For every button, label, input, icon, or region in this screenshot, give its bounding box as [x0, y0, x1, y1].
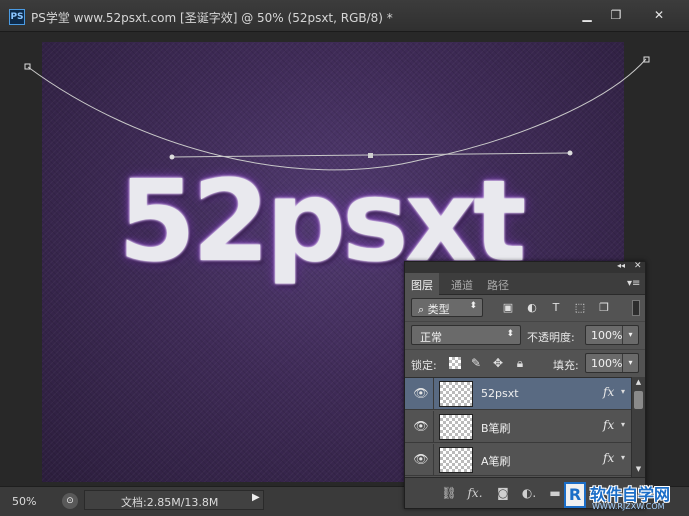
tab-channels[interactable]: 通道 — [445, 273, 479, 295]
fill-value: 100% — [591, 357, 623, 370]
fx-icon[interactable]: fx — [603, 385, 614, 399]
tab-layers[interactable]: 图层 — [405, 273, 439, 295]
divider — [433, 378, 434, 410]
divider — [433, 444, 434, 476]
layer-row[interactable]: 👁︎ 52psxt fx ▾ — [405, 378, 631, 410]
fill-label: 填充: — [553, 359, 579, 372]
blend-mode-value: 正常 — [420, 331, 442, 344]
fx-icon[interactable]: fx — [603, 451, 614, 465]
filter-kind-select[interactable]: ⌕ 类型 ⬍ — [411, 298, 483, 317]
lock-row: 锁定: ✎ ✥ 🔒︎ 填充: 100% ▾ — [405, 349, 645, 377]
layer-thumbnail — [439, 414, 473, 440]
eye-visibility-icon[interactable]: 👁︎ — [413, 452, 429, 466]
blend-row: 正常 ⬍ 不透明度: 100% ▾ — [405, 321, 645, 349]
shape-filter-icon[interactable]: ⬚ — [573, 301, 587, 314]
panel-menu-icon[interactable]: ▾≡ — [627, 278, 640, 289]
lock-transparent-pixels-icon[interactable] — [449, 357, 461, 369]
mask-icon[interactable]: ◙ — [495, 486, 511, 500]
layer-list: 👁︎ 52psxt fx ▾ 👁︎ B笔刷 fx ▾ 👁︎ A笔刷 fx ▾ — [405, 377, 631, 477]
adjustment-filter-icon[interactable]: ◐ — [525, 301, 539, 314]
adjustment-icon[interactable]: ◐. — [521, 486, 537, 500]
dropdown-arrow-icon[interactable]: ▾ — [622, 326, 638, 344]
watermark-logo: R — [564, 482, 586, 508]
search-icon: ⌕ — [418, 303, 425, 316]
expand-effects-icon[interactable]: ▾ — [621, 420, 625, 429]
expand-effects-icon[interactable]: ▾ — [621, 387, 625, 396]
window-title: PS学堂 www.52psxt.com [圣诞字效] @ 50% (52psxt… — [31, 11, 393, 25]
layer-name[interactable]: B笔刷 — [481, 420, 511, 436]
layer-name[interactable]: A笔刷 — [481, 453, 511, 469]
layer-name[interactable]: 52psxt — [481, 387, 519, 400]
opacity-value: 100% — [591, 329, 623, 342]
dropdown-arrow-icon[interactable]: ▾ — [622, 354, 638, 372]
eye-visibility-icon[interactable]: 👁︎ — [413, 419, 429, 433]
watermark: R 软件自学网 WWW.RJZXW.COM — [562, 481, 684, 513]
opacity-input[interactable]: 100% ▾ — [585, 325, 639, 345]
photoshop-logo-icon: PS — [9, 9, 25, 25]
lock-position-icon[interactable]: ✥ — [491, 356, 505, 370]
title-bar: PS PS学堂 www.52psxt.com [圣诞字效] @ 50% (52p… — [0, 0, 689, 32]
smart-object-filter-icon[interactable]: ❐ — [597, 301, 611, 314]
scroll-thumb[interactable] — [634, 391, 643, 409]
fx-icon[interactable]: fx. — [467, 486, 483, 500]
fill-input[interactable]: 100% ▾ — [585, 353, 639, 373]
eye-visibility-icon[interactable]: 👁︎ — [413, 386, 429, 400]
type-filter-icon[interactable]: T — [549, 301, 563, 314]
opacity-label: 不透明度: — [527, 331, 575, 344]
close-panel-icon[interactable]: ✕ — [634, 261, 642, 271]
image-filter-icon[interactable]: ▣ — [501, 301, 515, 314]
fx-icon[interactable]: fx — [603, 418, 614, 432]
close-button[interactable]: ✕ — [631, 6, 687, 24]
lock-all-icon[interactable]: 🔒︎ — [513, 356, 527, 370]
collapse-panel-icon[interactable]: ◂◂ — [617, 261, 625, 270]
link-icon[interactable]: ⛓ — [441, 486, 457, 500]
layer-row[interactable]: 👁︎ B笔刷 fx ▾ — [405, 411, 631, 443]
blend-mode-select[interactable]: 正常 ⬍ — [411, 325, 521, 345]
status-menu-arrow-icon[interactable]: ▶ — [252, 492, 266, 506]
filter-row: ⌕ 类型 ⬍ ▣ ◐ T ⬚ ❐ — [405, 295, 645, 321]
lock-label: 锁定: — [411, 359, 437, 372]
status-info-icon[interactable]: ⊙ — [62, 493, 78, 509]
layer-scrollbar[interactable]: ▲ ▼ — [631, 377, 645, 477]
layer-row[interactable]: 👁︎ A笔刷 fx ▾ — [405, 444, 631, 476]
panel-tabs: 图层 通道 路径 ▾≡ — [405, 273, 645, 295]
layer-thumbnail — [439, 381, 473, 407]
divider — [433, 411, 434, 443]
minimize-button[interactable]: ▁ — [572, 6, 602, 24]
panel-drag-strip[interactable]: ◂◂ ✕ — [405, 261, 645, 273]
select-arrow-icon: ⬍ — [469, 301, 477, 311]
scroll-up-icon[interactable]: ▲ — [632, 378, 645, 388]
layer-thumbnail — [439, 447, 473, 473]
layers-panel: ◂◂ ✕ 图层 通道 路径 ▾≡ ⌕ 类型 ⬍ ▣ ◐ T ⬚ ❐ 正常 ⬍ 不… — [404, 261, 646, 509]
filter-kind-label: 类型 — [427, 303, 450, 316]
maximize-button[interactable]: ❐ — [601, 6, 631, 24]
watermark-url: WWW.RJZXW.COM — [592, 502, 665, 511]
zoom-level[interactable]: 50% — [12, 495, 36, 508]
expand-effects-icon[interactable]: ▾ — [621, 453, 625, 462]
select-arrow-icon: ⬍ — [506, 329, 514, 339]
folder-icon[interactable]: ▬ — [547, 486, 563, 500]
tab-paths[interactable]: 路径 — [481, 273, 515, 295]
document-info: 文档:2.85M/13.8M — [84, 490, 264, 510]
filter-toggle-switch[interactable] — [632, 300, 640, 316]
lock-image-pixels-icon[interactable]: ✎ — [469, 356, 483, 370]
scroll-down-icon[interactable]: ▼ — [632, 465, 645, 475]
